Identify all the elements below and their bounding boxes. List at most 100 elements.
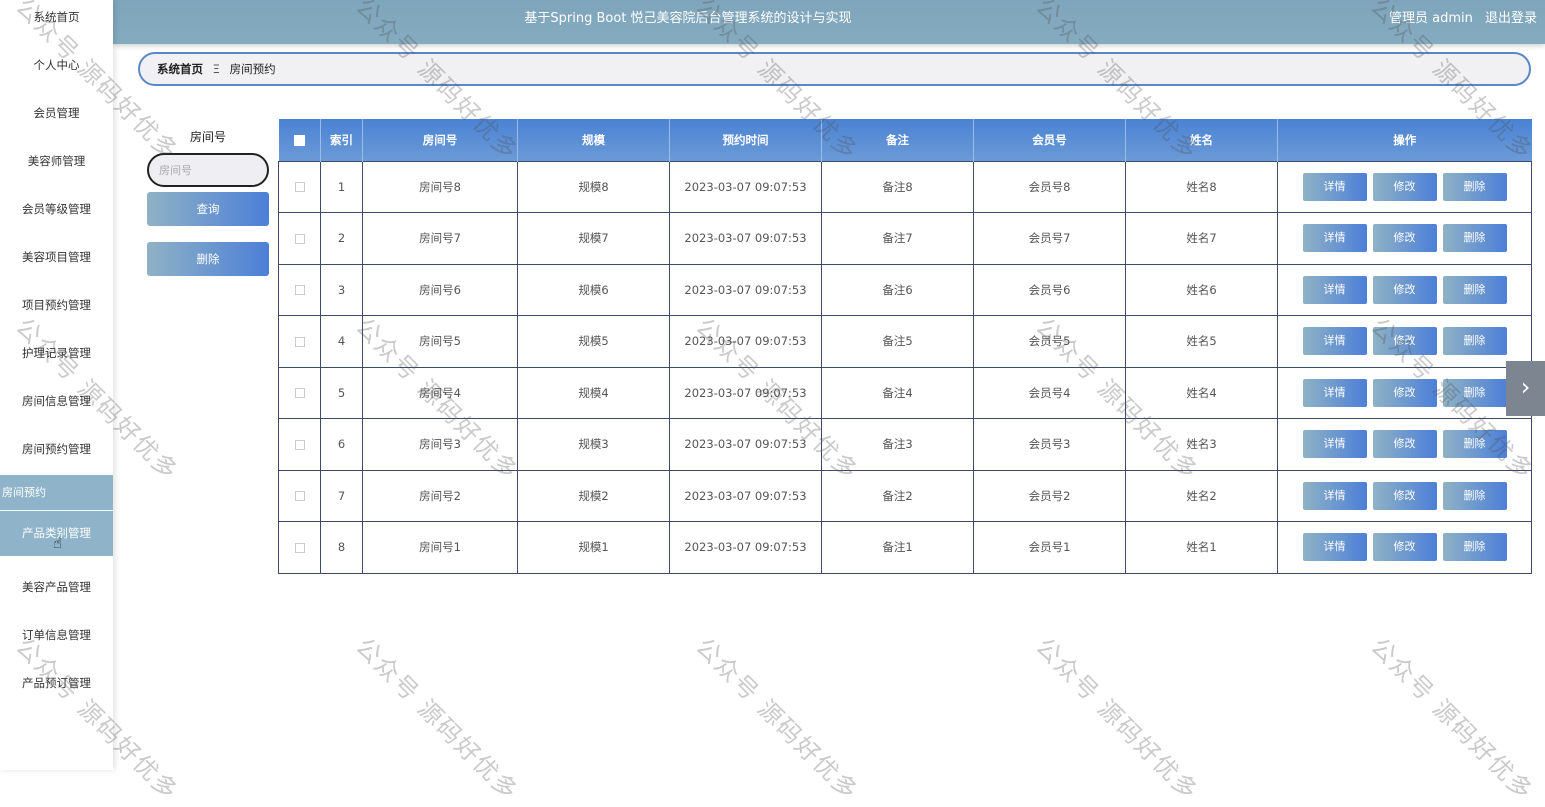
- row-checkbox[interactable]: [294, 233, 305, 244]
- cell-member: 会员号5: [973, 315, 1126, 368]
- cell-note: 备注3: [821, 418, 974, 471]
- delete-button[interactable]: 删除: [1442, 378, 1507, 407]
- sidebar-item-product-reservations[interactable]: 产品预订管理: [0, 666, 113, 700]
- cell-time: 2023-03-07 09:07:53: [669, 366, 822, 419]
- detail-button[interactable]: 详情: [1302, 327, 1367, 356]
- cell-scale: 规模7: [517, 212, 670, 265]
- col-index: 索引: [320, 119, 363, 161]
- detail-button[interactable]: 详情: [1302, 224, 1367, 253]
- cell-note: 备注6: [821, 263, 974, 316]
- cell-time: 2023-03-07 09:07:53: [669, 521, 822, 574]
- delete-button[interactable]: 删除: [1442, 327, 1507, 356]
- delete-button[interactable]: 删除: [1442, 224, 1507, 253]
- detail-button[interactable]: 详情: [1302, 378, 1367, 407]
- sidebar-item-beauticians[interactable]: 美容师管理: [0, 144, 113, 178]
- table-row: 7 房间号2 规模2 2023-03-07 09:07:53 备注2 会员号2 姓名2 详情修…: [278, 469, 1532, 522]
- breadcrumb-home[interactable]: 系统首页: [157, 62, 203, 76]
- cell-member: 会员号1: [973, 521, 1126, 574]
- sidebar-item-project-bookings[interactable]: 项目预约管理: [0, 288, 113, 322]
- cell-member: 会员号2: [973, 469, 1126, 522]
- detail-button[interactable]: 详情: [1302, 172, 1367, 201]
- col-note: 备注: [821, 119, 974, 161]
- col-name: 姓名: [1125, 119, 1278, 161]
- row-actions: 详情 修改 删除: [1277, 212, 1532, 265]
- chevron-right-icon[interactable]: ›: [1506, 361, 1545, 416]
- row-checkbox[interactable]: [294, 336, 305, 347]
- cell-name: 姓名1: [1125, 521, 1278, 574]
- row-checkbox[interactable]: [294, 542, 305, 553]
- row-checkbox[interactable]: [294, 285, 305, 296]
- sidebar-item-members[interactable]: 会员管理: [0, 96, 113, 130]
- cell-index: 5: [320, 366, 363, 419]
- cell-index: 3: [320, 263, 363, 316]
- sidebar-subitem-room-booking[interactable]: 房间预约: [0, 475, 113, 510]
- cell-scale: 规模4: [517, 366, 670, 419]
- delete-button[interactable]: 删除: [1442, 533, 1507, 562]
- row-actions: 详情 修改 删除: [1277, 366, 1532, 419]
- cell-time: 2023-03-07 09:07:53: [669, 212, 822, 265]
- cell-name: 姓名4: [1125, 366, 1278, 419]
- delete-button[interactable]: 删除: [1442, 275, 1507, 304]
- edit-button[interactable]: 修改: [1372, 224, 1437, 253]
- query-button[interactable]: 查询: [147, 192, 269, 226]
- room-number-search-input[interactable]: [147, 153, 269, 187]
- col-room: 房间号: [362, 119, 518, 161]
- edit-button[interactable]: 修改: [1372, 533, 1437, 562]
- detail-button[interactable]: 详情: [1302, 533, 1367, 562]
- table-row: 8 房间号1 规模1 2023-03-07 09:07:53 备注1 会员号1 姓名1 详情修…: [278, 521, 1532, 574]
- cell-time: 2023-03-07 09:07:53: [669, 263, 822, 316]
- select-all-checkbox[interactable]: [293, 134, 305, 146]
- cell-index: 6: [320, 418, 363, 471]
- batch-delete-button[interactable]: 删除: [147, 242, 269, 276]
- cell-time: 2023-03-07 09:07:53: [669, 160, 822, 213]
- edit-button[interactable]: 修改: [1372, 327, 1437, 356]
- row-checkbox[interactable]: [294, 439, 305, 450]
- row-select-cell: [278, 418, 321, 471]
- cell-index: 7: [320, 469, 363, 522]
- cell-note: 备注4: [821, 366, 974, 419]
- delete-button[interactable]: 删除: [1442, 481, 1507, 510]
- edit-button[interactable]: 修改: [1372, 430, 1437, 459]
- detail-button[interactable]: 详情: [1302, 430, 1367, 459]
- cell-member: 会员号8: [973, 160, 1126, 213]
- watermark-text: 公众号 源码好优多: [1030, 632, 1204, 807]
- edit-button[interactable]: 修改: [1372, 275, 1437, 304]
- cell-room: 房间号4: [362, 366, 518, 419]
- edit-button[interactable]: 修改: [1372, 481, 1437, 510]
- sidebar-item-room-info[interactable]: 房间信息管理: [0, 384, 113, 418]
- sidebar-item-member-levels[interactable]: 会员等级管理: [0, 192, 113, 226]
- cell-time: 2023-03-07 09:07:53: [669, 418, 822, 471]
- sidebar-item-profile[interactable]: 个人中心: [0, 48, 113, 82]
- row-checkbox[interactable]: [294, 182, 305, 193]
- row-checkbox[interactable]: [294, 388, 305, 399]
- delete-button[interactable]: 删除: [1442, 430, 1507, 459]
- edit-button[interactable]: 修改: [1372, 378, 1437, 407]
- sidebar-item-beauty-projects[interactable]: 美容项目管理: [0, 240, 113, 274]
- detail-button[interactable]: 详情: [1302, 275, 1367, 304]
- cell-note: 备注7: [821, 212, 974, 265]
- sidebar-item-room-bookings[interactable]: 房间预约管理: [0, 432, 113, 466]
- row-select-cell: [278, 160, 321, 213]
- cell-note: 备注1: [821, 521, 974, 574]
- row-select-cell: [278, 366, 321, 419]
- breadcrumb: 系统首页 Ξ 房间预约: [138, 52, 1531, 86]
- cell-name: 姓名8: [1125, 160, 1278, 213]
- logout-link[interactable]: 退出登录: [1485, 11, 1537, 26]
- table-row: 4 房间号5 规模5 2023-03-07 09:07:53 备注5 会员号5 姓名5 详情修…: [278, 315, 1532, 368]
- row-actions: 详情 修改 删除: [1277, 263, 1532, 316]
- delete-button[interactable]: 删除: [1442, 172, 1507, 201]
- cell-room: 房间号3: [362, 418, 518, 471]
- cell-member: 会员号6: [973, 263, 1126, 316]
- sidebar-item-care-records[interactable]: 护理记录管理: [0, 336, 113, 370]
- sidebar-item-home[interactable]: 系统首页: [0, 0, 113, 34]
- cell-name: 姓名7: [1125, 212, 1278, 265]
- breadcrumb-separator: Ξ: [212, 62, 220, 76]
- row-actions: 详情 修改 删除: [1277, 469, 1532, 522]
- edit-button[interactable]: 修改: [1372, 172, 1437, 201]
- row-checkbox[interactable]: [294, 491, 305, 502]
- room-booking-table: 索引 房间号 规模 预约时间 备注 会员号 姓名 操作 1 房间号8 规模8 2023…: [278, 119, 1532, 574]
- sidebar-item-orders[interactable]: 订单信息管理: [0, 618, 113, 652]
- sidebar-item-beauty-products[interactable]: 美容产品管理: [0, 570, 113, 604]
- cell-scale: 规模6: [517, 263, 670, 316]
- detail-button[interactable]: 详情: [1302, 481, 1367, 510]
